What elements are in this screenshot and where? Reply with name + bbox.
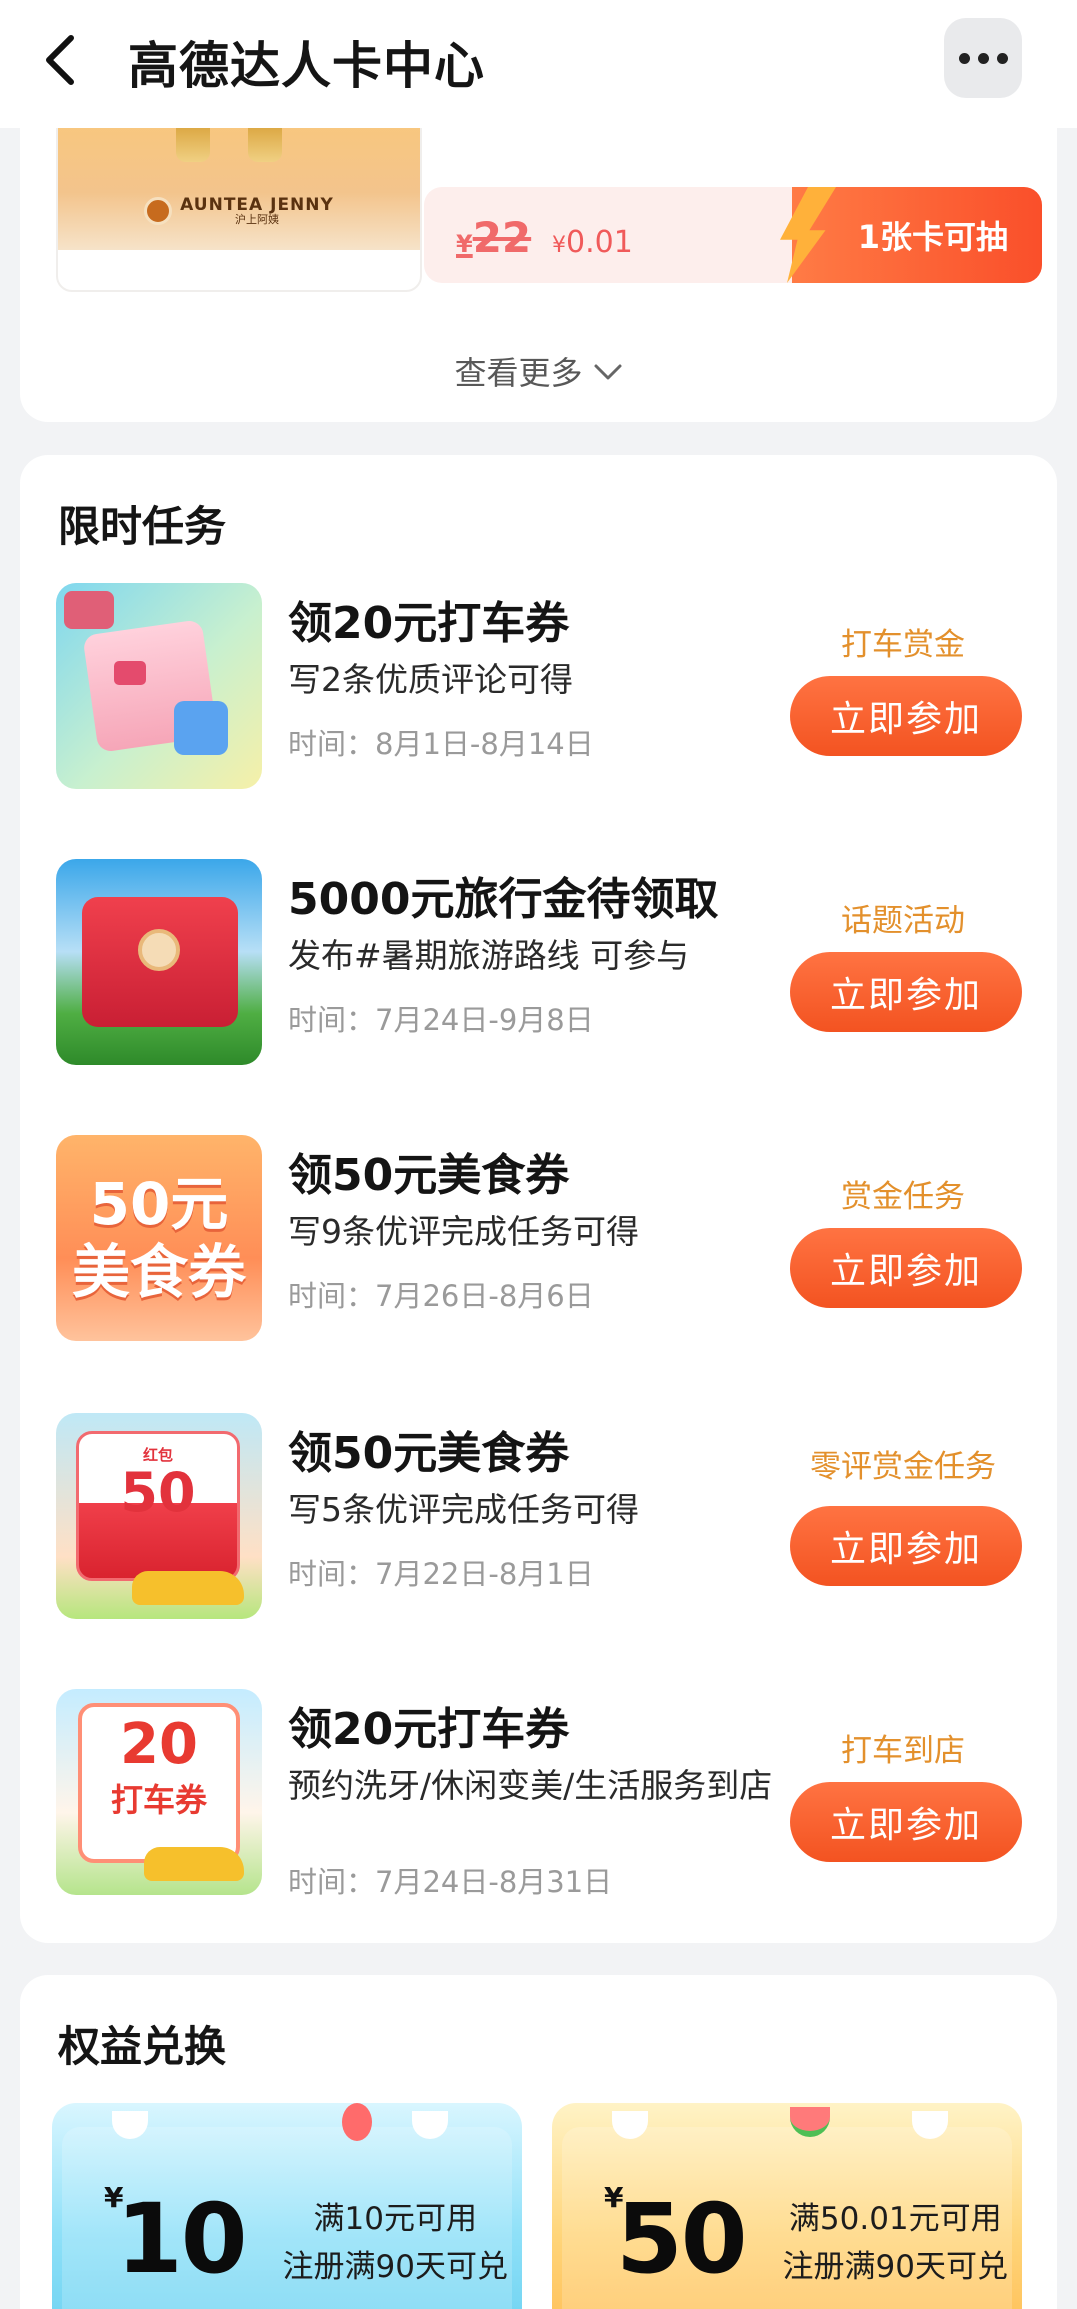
join-button[interactable]: 立即参加 (790, 676, 1022, 756)
thumb-text: 50元 (89, 1170, 229, 1238)
join-button[interactable]: 立即参加 (790, 952, 1022, 1032)
draw-label: 1张卡可抽 (857, 218, 1008, 256)
more-button[interactable] (944, 18, 1022, 98)
drink-cup-icon (176, 122, 210, 162)
product-image[interactable]: AUNTEA JENNY 沪上阿姨 (56, 120, 422, 292)
car-icon (144, 1847, 244, 1881)
coupon-card[interactable]: ¥ 50 满50.01元可用 注册满90天可兑 (552, 2103, 1022, 2309)
lightning-icon (780, 187, 836, 283)
task-item: 红包 50 领50元美食券 写5条优评完成任务可得 时间：7月22日-8月1日 … (20, 1413, 1057, 1629)
join-button[interactable]: 立即参加 (790, 1782, 1022, 1862)
task-item: 领20元打车券 写2条优质评论可得 时间：8月1日-8月14日 打车赏金 立即参… (20, 583, 1057, 799)
coupon-conditions: 满50.01元可用 注册满90天可兑 (782, 2201, 1008, 2285)
task-time: 时间：8月1日-8月14日 (288, 727, 594, 761)
camera-icon (64, 591, 114, 629)
brand-sub: 沪上阿姨 (235, 213, 279, 226)
brand-logo (144, 197, 173, 225)
task-tag: 赏金任务 (841, 1179, 965, 1215)
task-thumbnail[interactable]: 50元 美食券 (56, 1135, 262, 1341)
coupon-amount: 50 (616, 2183, 748, 2295)
task-item: 50元 美食券 领50元美食券 写9条优评完成任务可得 时间：7月26日-8月6… (20, 1135, 1057, 1351)
task-thumbnail[interactable]: 20 打车券 (56, 1689, 262, 1895)
task-tag: 零评赏金任务 (810, 1449, 996, 1485)
chevron-left-icon (46, 35, 74, 85)
task-tag: 打车赏金 (841, 627, 965, 663)
coupon-amount: 10 (116, 2183, 248, 2295)
task-desc: 发布#暑期旅游路线 可参与 (288, 936, 690, 975)
see-more-link[interactable]: 查看更多 (20, 348, 1057, 394)
chevron-down-icon (593, 352, 623, 390)
section-title: 权益兑换 (58, 2022, 227, 2071)
task-item: 20 打车券 领20元打车券 预约洗牙/休闲变美/生活服务到店 时间：7月24日… (20, 1689, 1057, 1905)
car-icon (132, 1571, 244, 1605)
join-button[interactable]: 立即参加 (790, 1506, 1022, 1586)
task-name: 5000元旅行金待领取 (288, 874, 719, 925)
coupon-conditions: 满10元可用 注册满90天可兑 (282, 2201, 508, 2285)
header-bar: 高德达人卡中心 (0, 0, 1077, 128)
task-name: 领20元打车券 (288, 598, 570, 649)
deal-price: ¥0.01 (552, 225, 633, 260)
red-packet-icon: 红包 50 (76, 1431, 240, 1581)
task-item: 5000元旅行金待领取 发布#暑期旅游路线 可参与 时间：7月24日-9月8日 … (20, 859, 1057, 1075)
limited-tasks-section: 限时任务 领20元打车券 写2条优质评论可得 时间：8月1日-8月14日 打车赏… (20, 455, 1057, 1943)
task-time: 时间：7月24日-8月31日 (288, 1865, 613, 1899)
task-desc: 写9条优评完成任务可得 (288, 1212, 639, 1251)
join-button[interactable]: 立即参加 (790, 1228, 1022, 1308)
drink-cup-icon (248, 122, 282, 162)
product-photo: AUNTEA JENNY 沪上阿姨 (58, 122, 420, 250)
task-thumbnail[interactable]: 红包 50 (56, 1413, 262, 1619)
task-tag: 话题活动 (841, 903, 965, 939)
task-tag: 打车到店 (841, 1733, 965, 1769)
task-time: 时间：7月24日-9月8日 (288, 1003, 594, 1037)
back-button[interactable] (34, 30, 86, 90)
task-time: 时间：7月22日-8月1日 (288, 1557, 594, 1591)
task-desc: 写5条优评完成任务可得 (288, 1490, 639, 1529)
more-dots-icon (958, 52, 970, 64)
task-thumbnail[interactable] (56, 583, 262, 789)
task-time: 时间：7月26日-8月6日 (288, 1279, 594, 1313)
section-title: 限时任务 (58, 502, 227, 551)
task-thumbnail[interactable] (56, 859, 262, 1065)
price-bar[interactable]: ¥22 ¥0.01 1张卡可抽 (424, 187, 1042, 283)
task-name: 领20元打车券 (288, 1704, 570, 1755)
brand-row: AUNTEA JENNY 沪上阿姨 (58, 196, 420, 226)
coupon-card[interactable]: ¥ 10 满10元可用 注册满90天可兑 (52, 2103, 522, 2309)
card-offer-panel: AUNTEA JENNY 沪上阿姨 ¥22 ¥0.01 1张卡可抽 查看更多 (20, 110, 1057, 422)
location-pin-icon (342, 2103, 372, 2141)
task-name: 领50元美食券 (288, 1150, 570, 1201)
ticket-icon: 20 打车券 (78, 1703, 240, 1863)
rights-exchange-section: 权益兑换 ¥ 10 满10元可用 注册满90天可兑 ¥ 50 满50.01元可用… (20, 1975, 1057, 2309)
original-price: ¥22 (456, 213, 532, 262)
brand-name: AUNTEA JENNY (180, 195, 334, 215)
task-desc: 预约洗牙/休闲变美/生活服务到店 (288, 1766, 773, 1805)
draw-button[interactable]: 1张卡可抽 (780, 187, 1042, 283)
thumb-text: 美食券 (71, 1238, 246, 1306)
task-desc: 写2条优质评论可得 (288, 660, 573, 699)
task-name: 领50元美食券 (288, 1428, 570, 1479)
page-title: 高德达人卡中心 (128, 37, 485, 95)
